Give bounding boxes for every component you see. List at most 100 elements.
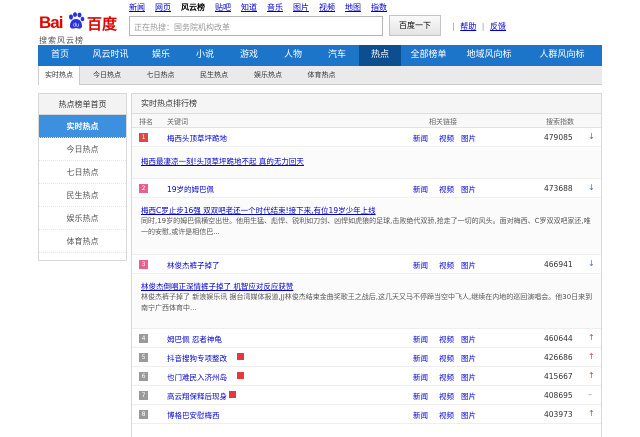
keyword-link[interactable]: 抖音搜狗专项整改 <box>167 353 227 364</box>
topnav-item[interactable]: 网页 <box>155 2 171 12</box>
topnav-item[interactable]: 风云榜 <box>181 2 205 12</box>
subnav-tab[interactable]: 娱乐热点 <box>241 66 295 84</box>
sidebar-item[interactable]: 民生热点 <box>39 184 126 207</box>
topnav-item[interactable]: 贴吧 <box>215 2 231 12</box>
video-link[interactable]: 视频 <box>439 353 454 364</box>
news-headline-link[interactable]: 梅西C罗止步16强 双双吧老还一个时代结束!接下来,有位19岁少年上线 <box>141 205 376 216</box>
topnav-item[interactable]: 知道 <box>241 2 257 12</box>
search-index: 426686 <box>544 353 573 362</box>
video-link[interactable]: 视频 <box>439 334 454 345</box>
sidebar-item[interactable]: 实时热点 <box>39 115 126 138</box>
trend-flat-icon: – <box>588 390 592 399</box>
video-link[interactable]: 视频 <box>439 391 454 402</box>
header-rank: 排名 <box>139 118 153 126</box>
search-input[interactable]: 正在热搜：国务院机构改革 <box>129 16 383 36</box>
sidebar-item[interactable]: 娱乐热点 <box>39 207 126 230</box>
news-link[interactable]: 新闻 <box>413 410 428 421</box>
rank-badge: 7 <box>139 391 148 400</box>
keyword-link[interactable]: 博格巴安慰梅西 <box>167 410 220 421</box>
news-headline-link[interactable]: 梅西最凄凉一刻!头顶草坪跪地不起 真的无力回天 <box>141 156 304 167</box>
image-link[interactable]: 图片 <box>461 334 476 345</box>
keyword-link[interactable]: 林俊杰裤子掉了 <box>167 260 220 271</box>
subnav-tab[interactable]: 体育热点 <box>295 66 348 84</box>
news-snippet: 同时,19岁的姆巴佩横空出世。他用生猛、彪悍、锐利如刀剑、凶悍如虎狼的足球,击败… <box>141 217 591 236</box>
topnav-item[interactable]: 音乐 <box>267 2 283 12</box>
image-link[interactable]: 图片 <box>461 133 476 144</box>
trend-down-icon: ↓ <box>588 259 595 268</box>
news-link[interactable]: 新闻 <box>413 391 428 402</box>
video-link[interactable]: 视频 <box>439 372 454 383</box>
news-link[interactable]: 新闻 <box>413 184 428 195</box>
subnav-tab[interactable]: 今日热点 <box>80 66 134 84</box>
keyword-link[interactable]: 也门难民入济州岛 <box>167 372 227 383</box>
news-link[interactable]: 新闻 <box>413 334 428 345</box>
news-headline-link[interactable]: 林俊杰倒唱正深情裤子掉了 机智应对反应获赞 <box>141 281 293 292</box>
keyword-link[interactable]: 姆巴佩 忍者神龟 <box>167 334 222 345</box>
sidebar-item[interactable]: 七日热点 <box>39 161 126 184</box>
trend-up-icon: ↑ <box>588 333 595 342</box>
rank-badge: 3 <box>139 260 148 269</box>
sub-nav: 实时热点 今日热点 七日热点 民生热点 娱乐热点 体育热点 <box>38 66 602 85</box>
subnav-tab[interactable]: 实时热点 <box>38 66 80 85</box>
new-badge-icon <box>237 353 244 360</box>
image-link[interactable]: 图片 <box>461 372 476 383</box>
video-link[interactable]: 视频 <box>439 184 454 195</box>
mainnav-item[interactable]: 小说 <box>183 45 227 66</box>
topnav-item[interactable]: 新闻 <box>129 2 145 12</box>
topnav-item[interactable]: 视频 <box>319 2 335 12</box>
paw-icon: du <box>69 12 85 29</box>
news-summary: 梅西C罗止步16强 双双吧老还一个时代结束!接下来,有位19岁少年上线 同时,19… <box>132 199 601 255</box>
topnav-item[interactable]: 指数 <box>371 2 387 12</box>
image-link[interactable]: 图片 <box>461 184 476 195</box>
news-snippet: 林俊杰裤子掉了 新浪娱乐讯 据台湾媒体报道,JJ林俊杰结束金曲奖歌王之战后,这几… <box>141 293 593 312</box>
help-link[interactable]: 帮助 <box>460 22 476 31</box>
mainnav-item[interactable]: 汽车 <box>315 45 359 66</box>
new-badge-icon <box>229 391 236 398</box>
search-index: 473688 <box>544 184 573 193</box>
trend-down-icon: ↓ <box>588 132 595 141</box>
table-row: 6 也门难民入济州岛 新闻 视频 图片 415667 ↑ <box>132 368 601 386</box>
separator: | <box>452 22 455 31</box>
news-link[interactable]: 新闻 <box>413 353 428 364</box>
search-button[interactable]: 百度一下 <box>389 15 441 36</box>
keyword-link[interactable]: 19岁的姆巴佩 <box>167 184 214 195</box>
mainnav-item[interactable]: 人群风向标 <box>522 45 602 66</box>
keyword-link[interactable]: 梅西头顶草坪跪地 <box>167 133 227 144</box>
mainnav-item[interactable]: 游戏 <box>227 45 271 66</box>
sidebar-item[interactable]: 体育热点 <box>39 230 126 253</box>
image-link[interactable]: 图片 <box>461 410 476 421</box>
topnav-item[interactable]: 图片 <box>293 2 309 12</box>
logo-bai-text: Bai <box>39 13 63 32</box>
table-row: 5 抖音搜狗专项整改 新闻 视频 图片 426686 ↑ <box>132 349 601 367</box>
video-link[interactable]: 视频 <box>439 260 454 271</box>
baidu-logo[interactable]: Bai du 百度 搜索风云榜 <box>37 8 119 45</box>
rank-badge: 5 <box>139 353 148 362</box>
mainnav-item[interactable]: 首页 <box>38 45 82 66</box>
topnav-item[interactable]: 地图 <box>345 2 361 12</box>
search-index: 408695 <box>544 391 573 400</box>
news-link[interactable]: 新闻 <box>413 260 428 271</box>
news-link[interactable]: 新闻 <box>413 372 428 383</box>
table-row: 7 高云翔保释后现身 新闻 视频 图片 408695 – <box>132 387 601 405</box>
news-summary: 梅西最凄凉一刻!头顶草坪跪地不起 真的无力回天 <box>132 148 601 179</box>
image-link[interactable]: 图片 <box>461 391 476 402</box>
news-link[interactable]: 新闻 <box>413 133 428 144</box>
mainnav-item[interactable]: 全部榜单 <box>401 45 456 66</box>
table-row: 3 林俊杰裤子掉了 新闻 视频 图片 466941 ↓ <box>132 256 601 274</box>
subnav-tab[interactable]: 七日热点 <box>134 66 187 84</box>
mainnav-item[interactable]: 娱乐 <box>139 45 183 66</box>
subnav-tab[interactable]: 民生热点 <box>187 66 241 84</box>
mainnav-item[interactable]: 风云时讯 <box>82 45 139 66</box>
mainnav-item[interactable]: 地域风向标 <box>456 45 522 66</box>
keyword-link[interactable]: 高云翔保释后现身 <box>167 391 227 402</box>
image-link[interactable]: 图片 <box>461 353 476 364</box>
image-link[interactable]: 图片 <box>461 260 476 271</box>
sidebar-item[interactable]: 今日热点 <box>39 138 126 161</box>
table-row: 8 博格巴安慰梅西 新闻 视频 图片 403973 ↑ <box>132 406 601 424</box>
mainnav-item[interactable]: 热点 <box>359 45 401 66</box>
feedback-link[interactable]: 反馈 <box>490 22 506 31</box>
video-link[interactable]: 视频 <box>439 133 454 144</box>
sidebar-heading[interactable]: 热点榜单首页 <box>39 94 126 115</box>
video-link[interactable]: 视频 <box>439 410 454 421</box>
mainnav-item[interactable]: 人物 <box>271 45 315 66</box>
